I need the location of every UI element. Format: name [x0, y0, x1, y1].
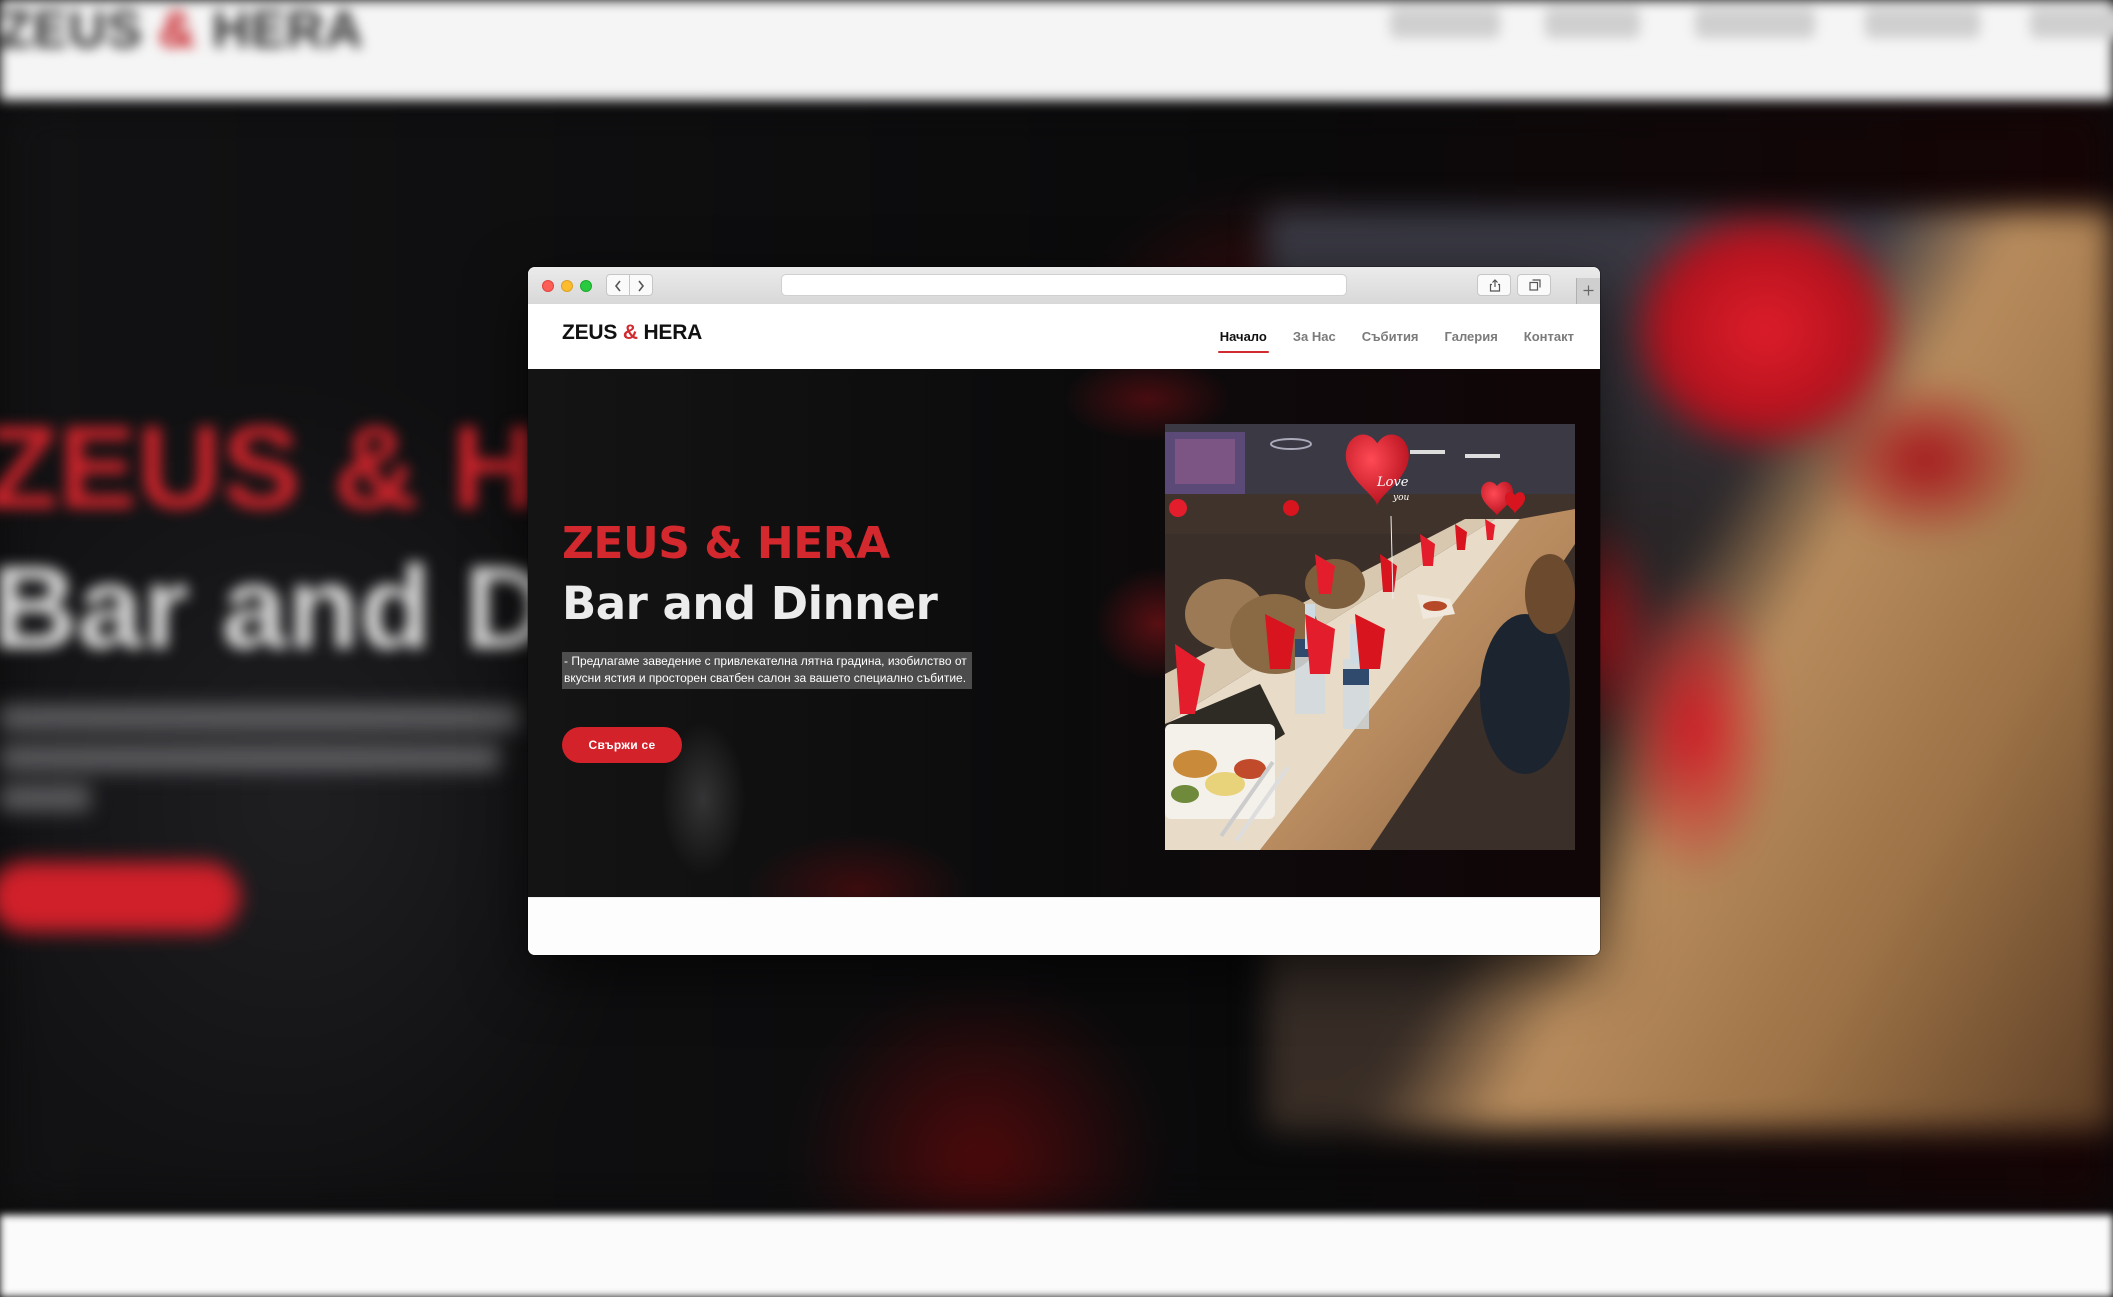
browser-toolbar [528, 267, 1600, 305]
nav-item-events[interactable]: Събития [1362, 329, 1419, 344]
bg-nav-item [1695, 8, 1815, 38]
bg-description [0, 705, 540, 825]
chevron-right-icon [638, 280, 645, 292]
main-nav: Начало За Нас Събития Галерия Контакт [1217, 329, 1574, 353]
bg-footer [0, 1215, 2113, 1297]
chevron-left-icon [614, 280, 621, 292]
close-window-button[interactable] [542, 280, 554, 292]
tabs-icon [1529, 279, 1541, 291]
hero-photo: Love you [1165, 424, 1575, 850]
nav-item-about[interactable]: За Нас [1293, 329, 1336, 344]
hero-title: ZEUS & HERA [562, 518, 890, 569]
contact-button[interactable]: Свържи се [562, 727, 682, 763]
hero-section: ZEUS & HERA Bar and Dinner - Предлагаме … [528, 369, 1600, 897]
bg-logo: ZEUS & HERA [0, 1, 364, 59]
nav-item-home[interactable]: Начало [1217, 329, 1269, 353]
hero-description: - Предлагаме заведение с привлекателна л… [562, 652, 972, 689]
forward-button[interactable] [629, 274, 653, 296]
share-icon [1489, 279, 1501, 292]
zoom-window-button[interactable] [580, 280, 592, 292]
bg-nav-item [1865, 8, 1980, 38]
svg-text:you: you [1392, 493, 1410, 503]
browser-window: ZEUS & HERA Начало За Нас Събития Галери… [528, 267, 1600, 955]
plus-icon [1583, 285, 1594, 296]
svg-text:Love: Love [1376, 475, 1409, 490]
address-bar[interactable] [781, 274, 1347, 296]
site-header: ZEUS & HERA Начало За Нас Събития Галери… [528, 304, 1600, 369]
minimize-window-button[interactable] [561, 280, 573, 292]
nav-item-gallery[interactable]: Галерия [1445, 329, 1498, 344]
back-button[interactable] [606, 274, 630, 296]
site-logo[interactable]: ZEUS & HERA [562, 321, 702, 345]
next-section [528, 897, 1600, 955]
new-tab-button[interactable] [1576, 278, 1600, 304]
bg-nav-item [2030, 8, 2113, 38]
bg-nav-item [1545, 8, 1640, 38]
share-button[interactable] [1477, 274, 1511, 296]
bg-nav-item [1390, 8, 1500, 38]
show-tabs-button[interactable] [1517, 274, 1551, 296]
hero-subtitle: Bar and Dinner [562, 577, 938, 630]
bg-header: ZEUS & HERA [0, 0, 2113, 100]
bg-button [0, 862, 240, 932]
nav-item-contact[interactable]: Контакт [1524, 329, 1574, 344]
